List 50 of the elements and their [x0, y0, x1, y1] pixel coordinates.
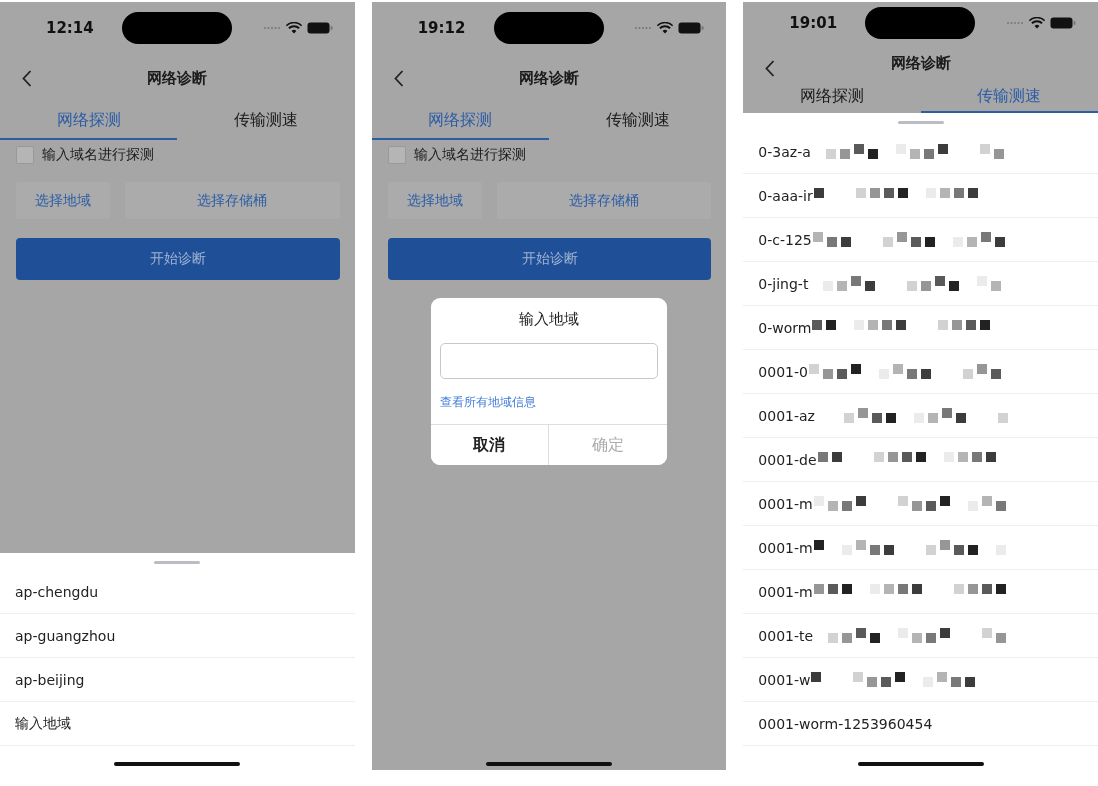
checkbox-label: 输入域名进行探测: [42, 146, 154, 164]
list-item[interactable]: 0001-az: [743, 394, 1098, 438]
status-time: 19:01: [789, 13, 839, 32]
list-item[interactable]: 0001-m: [743, 526, 1098, 570]
back-icon[interactable]: [765, 59, 776, 77]
tab[interactable]: 网络探测: [743, 82, 921, 113]
status-time: 19:12: [417, 19, 467, 37]
start-button[interactable]: 开始诊断: [387, 238, 712, 280]
list-item[interactable]: 0-worm: [743, 306, 1098, 350]
list-item[interactable]: 0-c-125: [743, 218, 1098, 262]
regions-link[interactable]: 查看所有地域信息: [430, 379, 667, 424]
page-title: 网络诊断: [890, 53, 951, 73]
status-time: 12:14: [46, 19, 95, 37]
list-item[interactable]: 0001-te: [743, 614, 1098, 658]
list-item[interactable]: 0001-0: [743, 350, 1098, 394]
signal-icon: [1006, 20, 1024, 25]
list-item[interactable]: 0001-worm-1253960454: [743, 702, 1098, 746]
back-icon[interactable]: [22, 70, 32, 87]
start-button[interactable]: 开始诊断: [16, 238, 340, 280]
signal-icon: [634, 26, 653, 30]
list-item[interactable]: 0001-de: [743, 438, 1098, 482]
back-icon[interactable]: [393, 70, 404, 87]
list-item[interactable]: 0001-w: [743, 658, 1098, 702]
tab[interactable]: 传输测速: [177, 102, 355, 140]
page-title: 网络诊断: [147, 68, 208, 88]
list-item[interactable]: ap-chengdu: [0, 570, 355, 614]
list-item[interactable]: 0001-m: [743, 482, 1098, 526]
list-item[interactable]: 0001-m: [743, 570, 1098, 614]
signal-icon: [262, 26, 281, 30]
wifi-icon: [657, 22, 674, 34]
battery-icon: [306, 22, 333, 34]
wifi-icon: [285, 22, 302, 34]
list-item[interactable]: ap-beijing: [0, 658, 355, 702]
battery-icon: [1050, 16, 1076, 29]
wifi-icon: [1029, 16, 1045, 29]
list-item[interactable]: 0-jing-t: [743, 262, 1098, 306]
battery-icon: [678, 22, 705, 34]
list-item[interactable]: 0-aaa-ir: [743, 174, 1098, 218]
dialog-title: 输入地域: [517, 309, 580, 330]
input-field[interactable]: [439, 343, 658, 379]
tab[interactable]: 传输测速: [549, 102, 727, 140]
checkbox[interactable]: [387, 146, 406, 164]
checkbox-label: 输入域名进行探测: [413, 146, 526, 164]
page-title: 网络诊断: [519, 68, 579, 88]
list-item[interactable]: 输入地域: [0, 702, 355, 746]
sheet-handle[interactable]: [897, 121, 944, 124]
list-item[interactable]: 0-3az-a: [743, 130, 1098, 174]
checkbox[interactable]: [16, 146, 34, 164]
list-item[interactable]: ap-guangzhou: [0, 614, 355, 658]
sheet-handle[interactable]: [154, 561, 201, 564]
